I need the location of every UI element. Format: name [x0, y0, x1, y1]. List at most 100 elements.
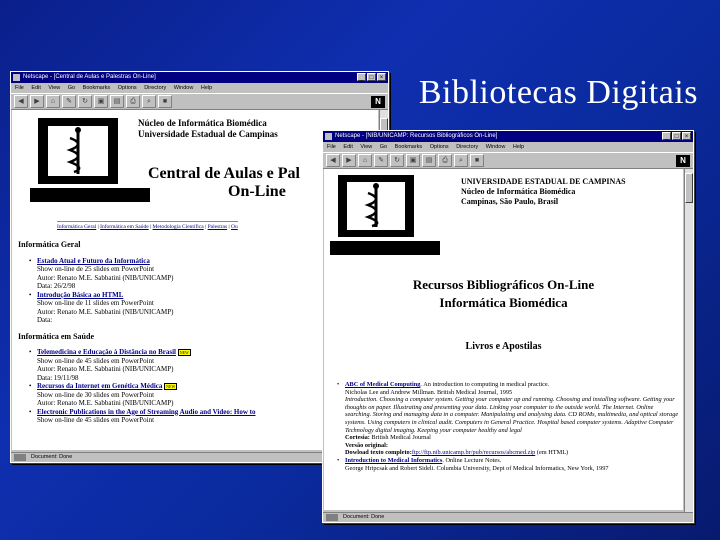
menu-file[interactable]: File [327, 144, 336, 150]
list-item: Electronic Publications in the Age of St… [26, 408, 368, 425]
menu-help[interactable]: Help [513, 144, 524, 150]
item-author: Autor: Renato M.E. Sabbatini (NIB/UNICAM… [37, 365, 174, 373]
browser-window-recursos[interactable]: Netscape - [NIB/UNICAMP: Recursos Biblio… [322, 130, 694, 523]
item-date: Data: 19/11/98 [37, 373, 79, 382]
stop-icon[interactable]: ■ [470, 154, 484, 167]
menu-edit[interactable]: Edit [31, 85, 40, 91]
download-label: Dowload texto completo: [345, 449, 412, 457]
item-author: Autor: Renato M.E. Sabbatini (NIB/UNICAM… [37, 307, 174, 316]
forward-icon[interactable]: ▶ [30, 95, 44, 108]
security-key-icon [14, 454, 26, 461]
menu-directory[interactable]: Directory [144, 85, 166, 91]
stop-icon[interactable]: ■ [158, 95, 172, 108]
page-title-2: On-Line [228, 183, 286, 200]
monitor-caduceus-icon [30, 118, 150, 202]
netscape-icon [13, 74, 20, 81]
item-desc: Show on-line de 30 slides em PowerPoint [37, 390, 155, 399]
home-icon[interactable]: ⌂ [358, 154, 372, 167]
item-author: Autor: Renato M.E. Sabbatini (NIB/UNICAM… [37, 399, 174, 407]
lecture-link[interactable]: Telemedicina e Educação à Distância no B… [37, 348, 176, 356]
menu-bar: File Edit View Go Bookmarks Options Dire… [323, 142, 693, 152]
minimize-button[interactable]: _ [662, 132, 671, 140]
cortesia-value: British Medical Journal [369, 434, 431, 442]
nav-metodologia[interactable]: Metodologia Científica [153, 224, 204, 230]
maximize-button[interactable]: □ [367, 73, 376, 81]
menu-options[interactable]: Options [118, 85, 137, 91]
edit-icon[interactable]: ✎ [374, 154, 388, 167]
resource-desc: . Online Lecture Notes. [442, 456, 502, 464]
resource-desc: . An introduction to computing in medica… [420, 381, 550, 388]
images-icon[interactable]: ▣ [94, 95, 108, 108]
menu-view[interactable]: View [360, 144, 372, 150]
open-icon[interactable]: ▤ [110, 95, 124, 108]
scrollbar-thumb[interactable] [685, 173, 693, 203]
nav-informatica-geral[interactable]: Informática Geral [57, 224, 96, 230]
list-item: Telemedicina e Educação à Distância no B… [26, 348, 368, 382]
nav-outros[interactable]: Ou [231, 224, 238, 230]
header-line-2: Universidade Estadual de Campinas [138, 129, 278, 139]
cortesia-label: Cortesia: [345, 434, 370, 442]
window-title-bar[interactable]: Netscape - [NIB/UNICAMP: Recursos Biblio… [323, 131, 693, 142]
section-heading: Informática Geral [18, 240, 81, 249]
menu-go[interactable]: Go [68, 85, 75, 91]
lecture-link[interactable]: Electronic Publications in the Age of St… [37, 408, 256, 416]
resource-abstract: Introduction. Choosing a computer system… [345, 396, 679, 434]
maximize-button[interactable]: □ [672, 132, 681, 140]
close-button[interactable]: × [377, 73, 386, 81]
download-link[interactable]: ftp://ftp.nib.unicamp.br/pub/recursos/ab… [412, 449, 535, 456]
page-content: UNIVERSIDADE ESTADUAL DE CAMPINAS Núcleo… [324, 169, 683, 510]
lecture-link[interactable]: Estado Atual e Futuro da Informática [37, 257, 150, 265]
netscape-logo-icon: N [371, 95, 385, 108]
window-title-bar[interactable]: Netscape - [Central de Aulas e Palestras… [11, 72, 388, 83]
resource-list: ABC of Medical Computing. An introductio… [334, 381, 679, 472]
reload-icon[interactable]: ↻ [78, 95, 92, 108]
item-desc: Show on-line de 45 slides em PowerPoint [37, 416, 155, 424]
list-item: ABC of Medical Computing. An introductio… [334, 381, 679, 457]
back-icon[interactable]: ◀ [14, 95, 28, 108]
print-icon[interactable]: ⎙ [438, 154, 452, 167]
minimize-button[interactable]: _ [357, 73, 366, 81]
resource-authors: Nicholas Lee and Andrew Millman. British… [345, 388, 513, 396]
list-item: Recursos da Internet em Genética Médica … [26, 382, 368, 408]
header-line-2: Núcleo de Informática Biomédica [461, 187, 576, 196]
item-desc: Show on-line de 45 slides em PowerPoint [37, 356, 155, 365]
resource-link[interactable]: Introduction to Medical Informatics [345, 457, 442, 464]
lecture-link[interactable]: Introdução Básica ao HTML [37, 291, 123, 299]
menu-file[interactable]: File [15, 85, 24, 91]
menu-help[interactable]: Help [201, 85, 212, 91]
edit-icon[interactable]: ✎ [62, 95, 76, 108]
open-icon[interactable]: ▤ [422, 154, 436, 167]
status-text: Document: Done [31, 454, 73, 460]
menu-edit[interactable]: Edit [343, 144, 352, 150]
menu-go[interactable]: Go [380, 144, 387, 150]
close-button[interactable]: × [682, 132, 691, 140]
netscape-logo-icon: N [676, 154, 690, 167]
menu-window[interactable]: Window [486, 144, 506, 150]
menu-bookmarks[interactable]: Bookmarks [83, 85, 111, 91]
back-icon[interactable]: ◀ [326, 154, 340, 167]
menu-directory[interactable]: Directory [456, 144, 478, 150]
resource-link[interactable]: ABC of Medical Computing [345, 381, 420, 388]
home-icon[interactable]: ⌂ [46, 95, 60, 108]
images-icon[interactable]: ▣ [406, 154, 420, 167]
header-line-1: UNIVERSIDADE ESTADUAL DE CAMPINAS [461, 177, 626, 186]
reload-icon[interactable]: ↻ [390, 154, 404, 167]
menu-window[interactable]: Window [174, 85, 194, 91]
print-icon[interactable]: ⎙ [126, 95, 140, 108]
find-icon[interactable]: ⌕ [454, 154, 468, 167]
page-title: Recursos Bibliográficos On-Line [412, 277, 595, 292]
header-line-1: Núcleo de Informática Biomédica [138, 118, 267, 128]
new-badge: NEW [177, 348, 191, 356]
forward-icon[interactable]: ▶ [342, 154, 356, 167]
nav-palestras[interactable]: Palestras [208, 224, 228, 230]
item-desc: Show on-line de 25 slides em PowerPoint [37, 265, 155, 273]
nav-informatica-saude[interactable]: Informática em Saúde [100, 224, 149, 230]
menu-options[interactable]: Options [430, 144, 449, 150]
menu-view[interactable]: View [48, 85, 60, 91]
find-icon[interactable]: ⌕ [142, 95, 156, 108]
menu-bookmarks[interactable]: Bookmarks [395, 144, 423, 150]
slide-title: Bibliotecas Digitais [418, 74, 698, 111]
section-heading: Informática em Saúde [18, 331, 94, 341]
vertical-scrollbar[interactable] [684, 169, 693, 512]
lecture-link[interactable]: Recursos da Internet em Genética Médica [37, 382, 162, 390]
